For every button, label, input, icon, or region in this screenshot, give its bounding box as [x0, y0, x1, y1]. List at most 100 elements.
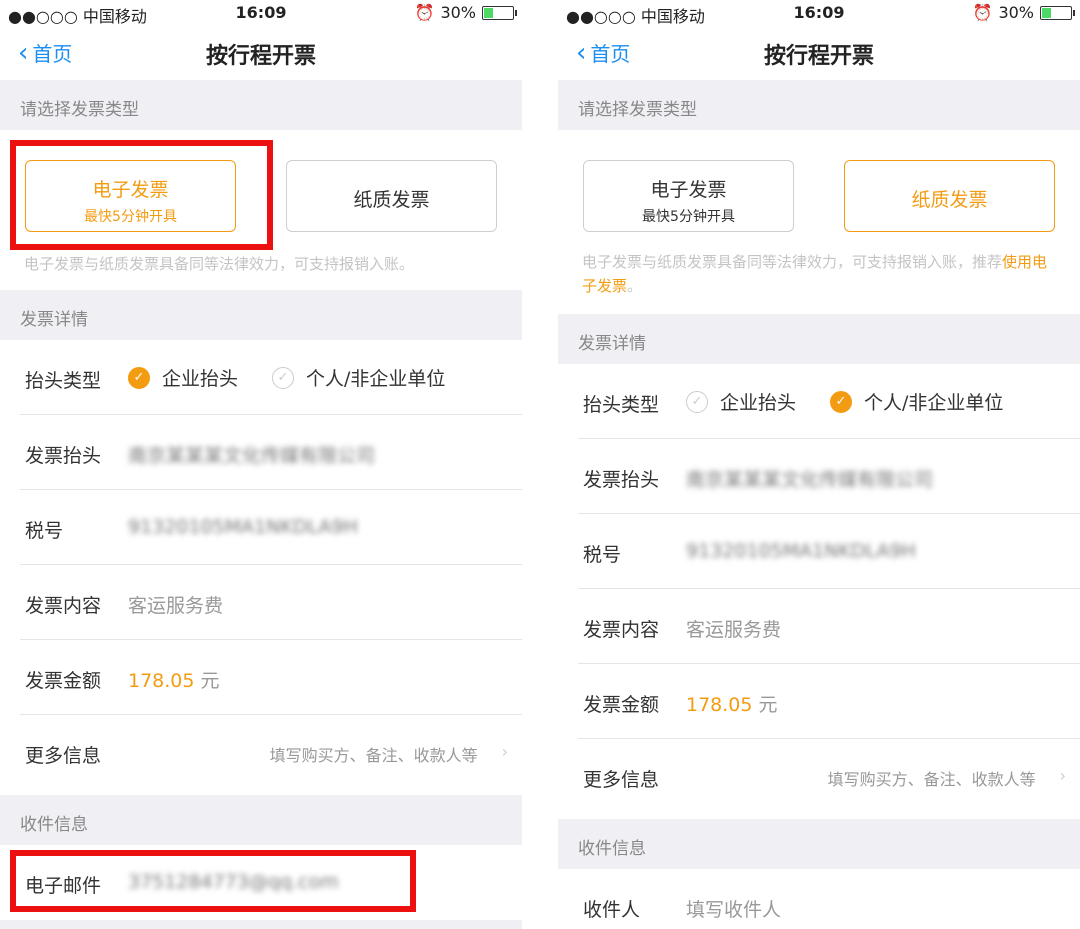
more-info-row[interactable]: 更多信息 填写购买方、备注、收款人等 › [0, 715, 522, 790]
section-label: 发票详情 [20, 310, 88, 330]
battery-icon [482, 5, 517, 20]
invoice-header-row[interactable]: 发票抬头 南京某某某文化传媒有限公司 [558, 439, 1080, 514]
field-label: 更多信息 [25, 745, 102, 767]
battery-icon [1040, 5, 1075, 20]
invoice-note: 电子发票与纸质发票具备同等法律效力，可支持报销入账，推荐使用电子发票。 [582, 250, 1062, 298]
content-row: 发票内容 客运服务费 [0, 565, 522, 640]
alarm-icon: ⏰ [414, 3, 435, 22]
tax-number-row[interactable]: 税号 91320105MA1NKDLA9H [558, 514, 1080, 589]
option-title: 纸质发票 [353, 189, 430, 211]
field-label: 抬头类型 [25, 370, 102, 392]
paper-invoice-option[interactable]: 纸质发票 [844, 160, 1055, 232]
field-label: 发票抬头 [25, 445, 102, 467]
radio-enterprise[interactable]: ✓ 企业抬头 [686, 388, 796, 415]
section-label: 发票详情 [578, 334, 646, 354]
field-label: 税号 [25, 520, 64, 542]
amount-unit: 元 [758, 694, 778, 716]
amount-group: 178.05 元 [128, 666, 220, 693]
option-title: 纸质发票 [911, 189, 988, 211]
section-label: 请选择发票类型 [20, 100, 139, 120]
page-title: 按行程开票 [205, 44, 316, 69]
alarm-icon: ⏰ [972, 3, 993, 22]
section-label: 收件信息 [578, 839, 646, 859]
section-invoice-details: 发票详情 [558, 314, 1080, 364]
field-label: 抬头类型 [583, 394, 660, 416]
more-info-hint-group: 填写购买方、备注、收款人等 › [270, 742, 508, 766]
highlight-box-email [10, 850, 416, 912]
amount-row: 发票金额 178.05 元 [558, 664, 1080, 739]
screen-gap [522, 0, 558, 929]
radio-enterprise[interactable]: ✓ 企业抬头 [128, 364, 238, 391]
more-info-hint: 填写购买方、备注、收款人等 [827, 770, 1036, 789]
check-icon: ✓ [128, 366, 150, 389]
amount-value: 178.05 [128, 670, 195, 692]
section-invoice-type: 请选择发票类型 [0, 80, 522, 130]
tax-number-value: 91320105MA1NKDLA9H [686, 540, 916, 562]
option-title: 电子发票 [650, 179, 727, 201]
section-invoice-type: 请选择发票类型 [558, 80, 1080, 130]
field-label: 发票金额 [583, 694, 660, 716]
field-label: 税号 [583, 544, 622, 566]
field-label: 收件人 [583, 899, 641, 921]
paper-invoice-option[interactable]: 纸质发票 [286, 160, 497, 232]
more-info-hint-group: 填写购买方、备注、收款人等 › [828, 766, 1066, 790]
header-type-row: 抬头类型 ✓ 企业抬头 ✓ 个人/非企业单位 [0, 340, 522, 415]
nav-bar: ‹ 首页 按行程开票 [0, 26, 522, 80]
highlight-box-electronic [10, 140, 273, 250]
chevron-right-icon: › [501, 742, 508, 761]
nav-bar: ‹ 首页 按行程开票 [558, 26, 1080, 80]
status-right: ⏰ 30% [972, 3, 1075, 22]
electronic-invoice-option[interactable]: 电子发票 最快5分钟开具 [583, 160, 794, 232]
chevron-right-icon: › [1059, 766, 1066, 785]
recipient-row[interactable]: 收件人 填写收件人 [558, 869, 1080, 929]
screen-electronic-invoice: ●●○○○ 中国移动 16:09 ⏰ 30% ‹ 首页 按行程开票 请选择发票类… [0, 0, 522, 929]
invoice-header-value: 南京某某某文化传媒有限公司 [686, 469, 934, 491]
content-row: 发票内容 客运服务费 [558, 589, 1080, 664]
recipient-input[interactable]: 填写收件人 [686, 895, 781, 922]
content-value: 客运服务费 [686, 619, 782, 641]
status-right: ⏰ 30% [414, 3, 517, 22]
radio-personal[interactable]: ✓ 个人/非企业单位 [830, 388, 1003, 415]
page-title: 按行程开票 [763, 44, 874, 69]
option-subtitle: 最快5分钟开具 [642, 209, 735, 225]
section-invoice-details: 发票详情 [0, 290, 522, 340]
field-label: 发票内容 [25, 595, 102, 617]
battery-percent: 30% [998, 3, 1034, 22]
content-value: 客运服务费 [128, 595, 224, 617]
amount-group: 178.05 元 [686, 690, 778, 717]
invoice-header-value: 南京某某某文化传媒有限公司 [128, 445, 376, 467]
check-icon: ✓ [272, 366, 294, 389]
screen-paper-invoice: ●●○○○ 中国移动 16:09 ⏰ 30% ‹ 首页 按行程开票 请选择发票类… [558, 0, 1080, 929]
check-icon: ✓ [686, 390, 708, 413]
radio-personal[interactable]: ✓ 个人/非企业单位 [272, 364, 445, 391]
more-info-hint: 填写购买方、备注、收款人等 [269, 746, 478, 765]
amount-value: 178.05 [686, 694, 753, 716]
section-divider [0, 920, 522, 929]
section-label: 收件信息 [20, 815, 88, 835]
field-label: 更多信息 [583, 769, 660, 791]
amount-row: 发票金额 178.05 元 [0, 640, 522, 715]
section-label: 请选择发票类型 [578, 100, 697, 120]
status-bar: ●●○○○ 中国移动 16:09 ⏰ 30% [558, 0, 1080, 26]
field-label: 发票内容 [583, 619, 660, 641]
check-icon: ✓ [830, 390, 852, 413]
section-delivery: 收件信息 [558, 819, 1080, 869]
tax-number-row[interactable]: 税号 91320105MA1NKDLA9H [0, 490, 522, 565]
invoice-header-row[interactable]: 发票抬头 南京某某某文化传媒有限公司 [0, 415, 522, 490]
header-type-row: 抬头类型 ✓ 企业抬头 ✓ 个人/非企业单位 [558, 364, 1080, 439]
more-info-row[interactable]: 更多信息 填写购买方、备注、收款人等 › [558, 739, 1080, 814]
section-delivery: 收件信息 [0, 795, 522, 845]
radio-label: 企业抬头 [720, 392, 797, 414]
radio-label: 个人/非企业单位 [306, 368, 446, 390]
tax-number-value: 91320105MA1NKDLA9H [128, 516, 358, 538]
invoice-note: 电子发票与纸质发票具备同等法律效力，可支持报销入账。 [24, 255, 415, 273]
radio-label: 企业抬头 [162, 368, 239, 390]
field-label: 发票抬头 [583, 469, 660, 491]
radio-label: 个人/非企业单位 [864, 392, 1004, 414]
note-suffix: 。 [627, 277, 643, 295]
amount-unit: 元 [200, 670, 220, 692]
battery-percent: 30% [440, 3, 476, 22]
status-bar: ●●○○○ 中国移动 16:09 ⏰ 30% [0, 0, 522, 26]
field-label: 发票金额 [25, 670, 102, 692]
note-text: 电子发票与纸质发票具备同等法律效力，可支持报销入账，推荐 [582, 253, 1003, 271]
